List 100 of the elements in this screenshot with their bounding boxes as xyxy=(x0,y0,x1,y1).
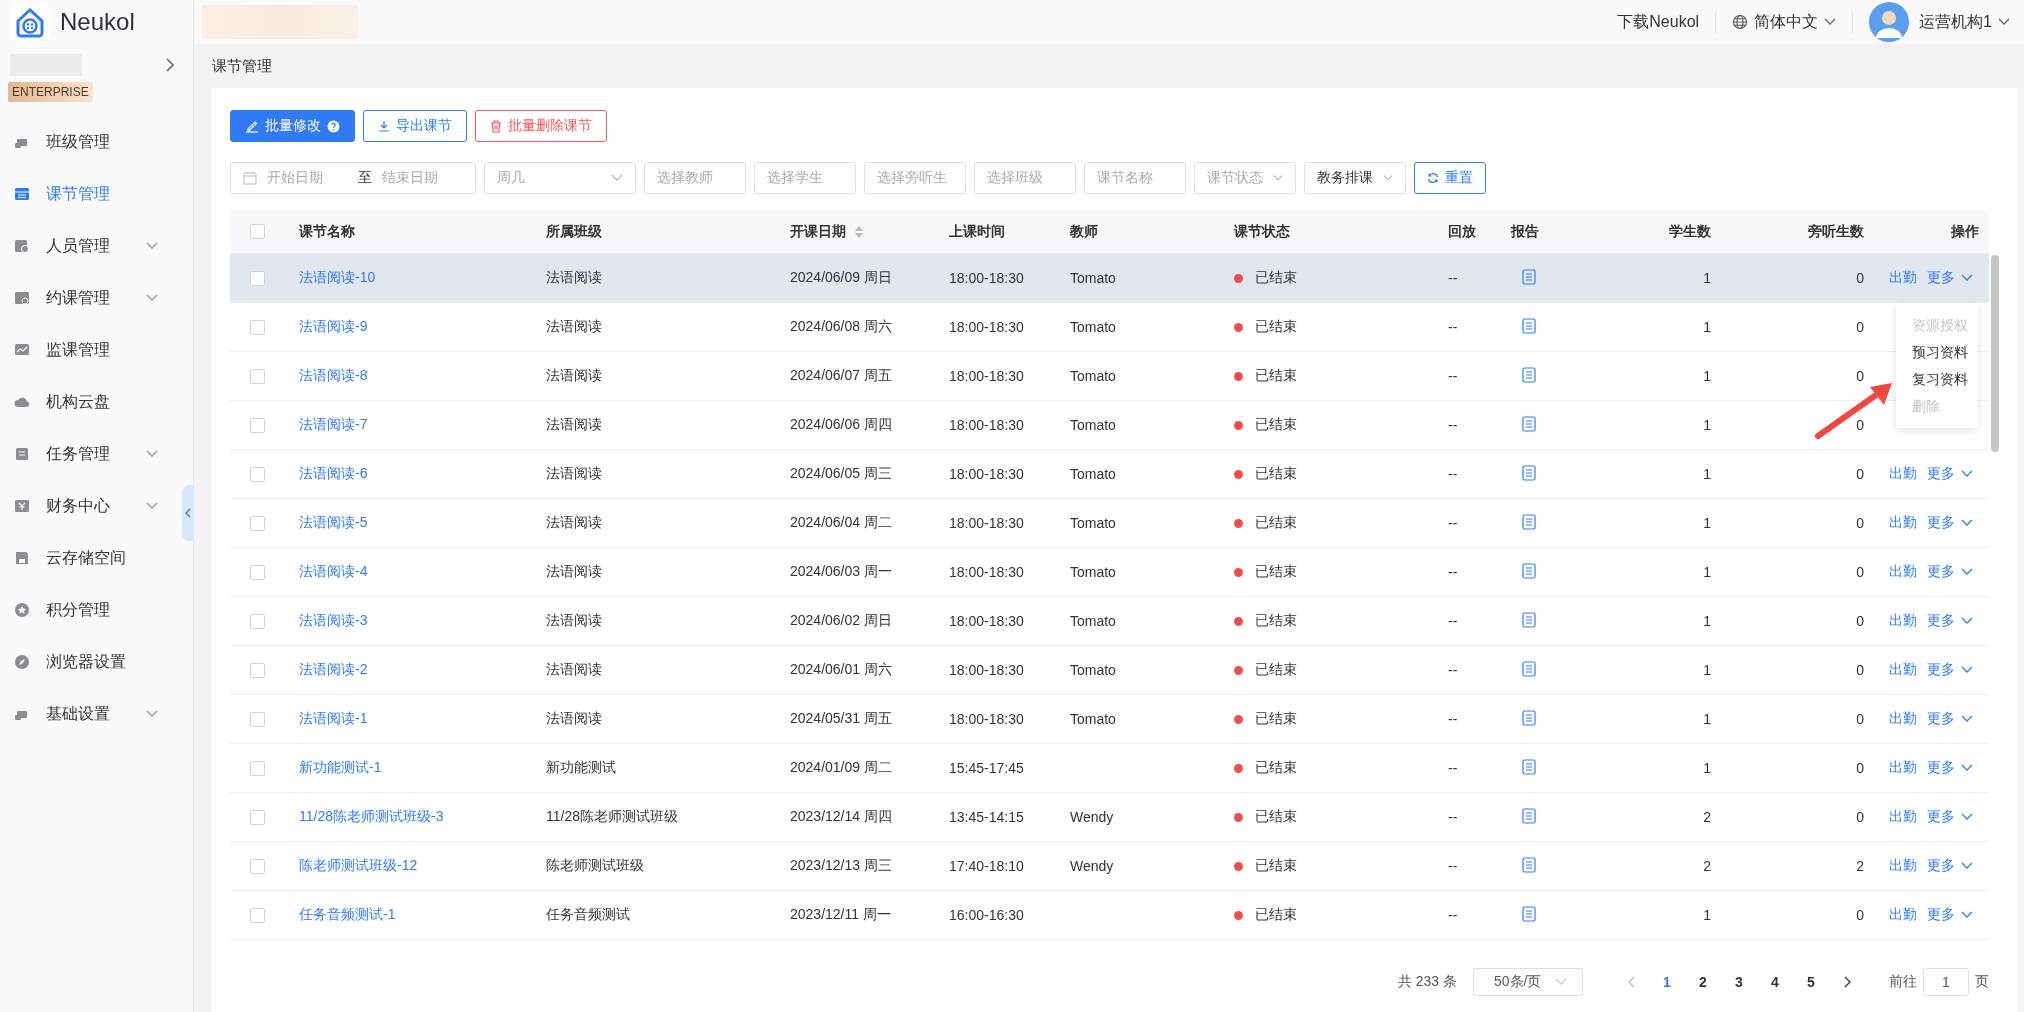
action-button[interactable]: 导出课节 xyxy=(363,110,467,142)
page-number[interactable]: 1 xyxy=(1649,974,1685,990)
lesson-link[interactable]: 任务音频测试-1 xyxy=(284,906,531,924)
attendance-link[interactable]: 出勤 xyxy=(1889,857,1917,875)
select-field[interactable]: 教务排课 xyxy=(1304,162,1406,194)
attendance-link[interactable]: 出勤 xyxy=(1889,759,1917,777)
report-icon[interactable] xyxy=(1522,856,1536,873)
row-checkbox[interactable] xyxy=(249,711,265,727)
page-size-select[interactable]: 50条/页 xyxy=(1473,968,1583,996)
sidebar-item[interactable]: 人员管理 xyxy=(0,220,180,272)
user-menu[interactable]: 运营机构1 xyxy=(1919,11,2010,33)
lesson-link[interactable]: 法语阅读-10 xyxy=(284,269,531,287)
lesson-link[interactable]: 法语阅读-5 xyxy=(284,514,531,532)
sidebar-item[interactable]: 基础设置 xyxy=(0,688,180,740)
page-input[interactable]: 1 xyxy=(1923,968,1969,996)
more-link[interactable]: 更多 xyxy=(1927,808,1973,826)
report-icon[interactable] xyxy=(1522,317,1536,334)
report-icon[interactable] xyxy=(1522,268,1536,285)
lesson-link[interactable]: 陈老师测试班级-12 xyxy=(284,857,531,875)
row-checkbox[interactable] xyxy=(249,417,265,433)
attendance-link[interactable]: 出勤 xyxy=(1889,612,1917,630)
sidebar-item[interactable]: 任务管理 xyxy=(0,428,180,480)
more-link[interactable]: 更多 xyxy=(1927,612,1973,630)
attendance-link[interactable]: 出勤 xyxy=(1889,563,1917,581)
attendance-link[interactable]: 出勤 xyxy=(1889,661,1917,679)
row-checkbox[interactable] xyxy=(249,466,265,482)
row-checkbox[interactable] xyxy=(249,515,265,531)
more-link[interactable]: 更多 xyxy=(1927,269,1973,287)
lesson-link[interactable]: 法语阅读-9 xyxy=(284,318,531,336)
lesson-link[interactable]: 法语阅读-2 xyxy=(284,661,531,679)
page-number[interactable]: 2 xyxy=(1685,974,1721,990)
report-icon[interactable] xyxy=(1522,366,1536,383)
row-checkbox[interactable] xyxy=(249,613,265,629)
sidebar-item[interactable]: 监课管理 xyxy=(0,324,180,376)
more-link[interactable]: 更多 xyxy=(1927,906,1973,924)
row-checkbox[interactable] xyxy=(249,368,265,384)
sidebar-item[interactable]: 机构云盘 xyxy=(0,376,180,428)
report-icon[interactable] xyxy=(1522,464,1536,481)
sort-icon[interactable] xyxy=(854,225,864,238)
row-checkbox[interactable] xyxy=(249,809,265,825)
row-checkbox[interactable] xyxy=(249,662,265,678)
report-icon[interactable] xyxy=(1522,562,1536,579)
attendance-link[interactable]: 出勤 xyxy=(1889,710,1917,728)
lesson-link[interactable]: 11/28陈老师测试班级-3 xyxy=(284,808,531,826)
more-link[interactable]: 更多 xyxy=(1927,563,1973,581)
attendance-link[interactable]: 出勤 xyxy=(1889,906,1917,924)
chevron-right-icon[interactable] xyxy=(166,58,175,72)
column-header[interactable]: 开课日期 xyxy=(790,222,846,241)
sidebar-item[interactable]: 班级管理 xyxy=(0,116,180,168)
report-icon[interactable] xyxy=(1522,611,1536,628)
row-checkbox[interactable] xyxy=(249,858,265,874)
row-checkbox[interactable] xyxy=(249,760,265,776)
page-number[interactable]: 5 xyxy=(1793,974,1829,990)
input-field[interactable]: 课节名称 xyxy=(1084,162,1186,194)
input-field[interactable]: 选择班级 xyxy=(974,162,1076,194)
page-number[interactable]: 3 xyxy=(1721,974,1757,990)
select-all-checkbox[interactable] xyxy=(249,224,265,239)
sidebar-item[interactable]: 积分管理 xyxy=(0,584,180,636)
action-button[interactable]: 批量修改 xyxy=(230,110,355,142)
date-range-field[interactable]: 开始日期 至 结束日期 xyxy=(230,162,476,194)
report-icon[interactable] xyxy=(1522,513,1536,530)
avatar[interactable] xyxy=(1869,2,1910,42)
report-icon[interactable] xyxy=(1522,807,1536,824)
sidebar-item[interactable]: 约课管理 xyxy=(0,272,180,324)
select-field[interactable]: 周几 xyxy=(484,162,636,194)
report-icon[interactable] xyxy=(1522,415,1536,432)
sidebar-item[interactable]: 浏览器设置 xyxy=(0,636,180,688)
lesson-link[interactable]: 法语阅读-6 xyxy=(284,465,531,483)
next-page-icon[interactable] xyxy=(1843,976,1851,988)
report-icon[interactable] xyxy=(1522,758,1536,775)
more-link[interactable]: 更多 xyxy=(1927,710,1973,728)
report-icon[interactable] xyxy=(1522,660,1536,677)
lesson-link[interactable]: 法语阅读-4 xyxy=(284,563,531,581)
sidebar-item[interactable]: 云存储空间 xyxy=(0,532,180,584)
more-link[interactable]: 更多 xyxy=(1927,661,1973,679)
menu-item[interactable]: 复习资料 xyxy=(1896,366,1978,393)
table-row[interactable]: 法语阅读-10 法语阅读 2024/06/09 周日 18:00-18:30 Tomato 已结束 -- 1 0 出勤 更多 xyxy=(230,254,1989,303)
more-link[interactable]: 更多 xyxy=(1927,465,1973,483)
page-number[interactable]: 4 xyxy=(1757,974,1793,990)
action-button[interactable]: 批量删除课节 xyxy=(475,110,607,142)
select-field[interactable]: 课节状态 xyxy=(1194,162,1296,194)
input-field[interactable]: 选择教师 xyxy=(644,162,746,194)
attendance-link[interactable]: 出勤 xyxy=(1889,269,1917,287)
previous-page-icon[interactable] xyxy=(1627,976,1635,988)
language-selector[interactable]: 简体中文 xyxy=(1732,11,1837,33)
lesson-link[interactable]: 法语阅读-3 xyxy=(284,612,531,630)
report-icon[interactable] xyxy=(1522,905,1536,922)
report-icon[interactable] xyxy=(1522,709,1536,726)
row-checkbox[interactable] xyxy=(249,564,265,580)
more-link[interactable]: 更多 xyxy=(1927,857,1973,875)
lesson-link[interactable]: 法语阅读-7 xyxy=(284,416,531,434)
scrollbar[interactable] xyxy=(1991,255,1999,452)
row-checkbox[interactable] xyxy=(249,319,265,335)
attendance-link[interactable]: 出勤 xyxy=(1889,465,1917,483)
download-link[interactable]: 下载Neukol xyxy=(1617,11,1700,33)
row-checkbox[interactable] xyxy=(249,907,265,923)
input-field[interactable]: 选择旁听生 xyxy=(864,162,966,194)
lesson-link[interactable]: 法语阅读-1 xyxy=(284,710,531,728)
collapse-handle[interactable] xyxy=(182,485,194,541)
sidebar-item[interactable]: 课节管理 xyxy=(0,168,180,220)
